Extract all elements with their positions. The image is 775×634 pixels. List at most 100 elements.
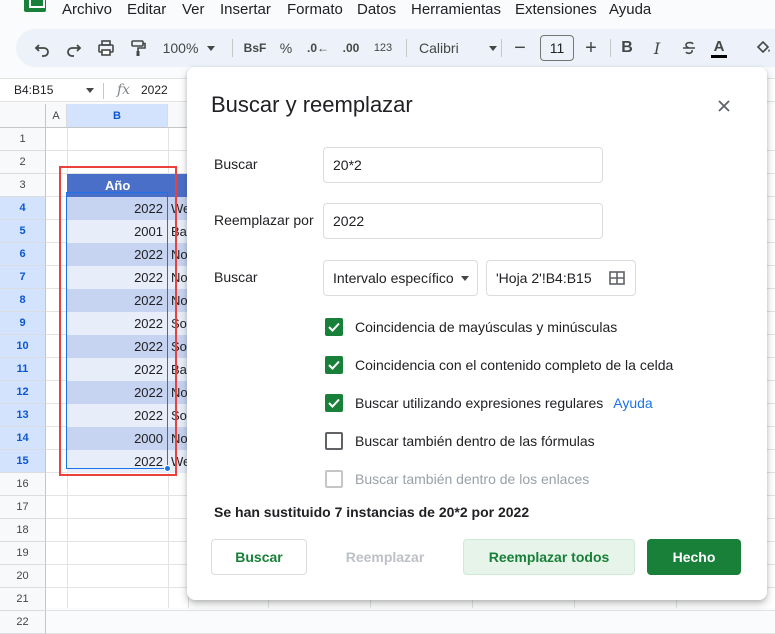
search-formulas-option[interactable]: Buscar también dentro de las fórmulas — [325, 431, 595, 451]
menu-ver[interactable]: Ver — [182, 1, 205, 18]
name-box[interactable]: B4:B15 — [14, 83, 53, 97]
font-family-select[interactable]: Calibri — [415, 29, 497, 67]
undo-icon — [34, 44, 49, 57]
find-input[interactable]: 20*2 — [323, 147, 603, 183]
find-label: Buscar — [214, 156, 258, 172]
row-header-16[interactable]: 16 — [0, 473, 46, 496]
row-header-18[interactable]: 18 — [0, 519, 46, 542]
row-header-10[interactable]: 10 — [0, 335, 46, 358]
toolbar-divider — [501, 39, 502, 57]
match-entire-cell-option[interactable]: Coincidencia con el contenido completo d… — [325, 355, 673, 375]
increase-decimal-button[interactable]: .00 — [337, 29, 365, 67]
menu-bar: Archivo Editar Ver Insertar Formato Dato… — [0, 0, 775, 24]
more-formats-label: 123 — [373, 42, 393, 54]
row-header-6[interactable]: 6 — [0, 243, 46, 266]
row-header-17[interactable]: 17 — [0, 496, 46, 519]
italic-button[interactable]: I — [646, 29, 668, 67]
done-button[interactable]: Hecho — [647, 539, 741, 575]
match-entire-cell-checkbox[interactable] — [325, 356, 343, 374]
row-header-2[interactable]: 2 — [0, 151, 46, 174]
undo-button[interactable] — [30, 29, 54, 67]
row-header-22[interactable]: 22 — [0, 611, 46, 634]
grid-row-line — [46, 610, 775, 611]
menu-editar[interactable]: Editar — [127, 1, 166, 18]
range-input[interactable]: 'Hoja 2'!B4:B15 — [486, 260, 636, 296]
close-icon — [718, 100, 730, 112]
row-header-8[interactable]: 8 — [0, 289, 46, 312]
highlight-annotation-box — [59, 166, 177, 476]
chevron-down-icon — [461, 276, 469, 281]
replace-all-button[interactable]: Reemplazar todos — [463, 539, 635, 575]
percent-format-button[interactable]: % — [275, 29, 297, 67]
row-header-4[interactable]: 4 — [0, 197, 46, 220]
row-header-9[interactable]: 9 — [0, 312, 46, 335]
search-scope-select[interactable]: Intervalo específico — [323, 260, 478, 296]
row-header-11[interactable]: 11 — [0, 358, 46, 381]
row-header-19[interactable]: 19 — [0, 542, 46, 565]
font-size-decrease-button[interactable]: − — [510, 29, 530, 67]
regex-checkbox[interactable] — [325, 394, 343, 412]
paint-format-button[interactable] — [126, 29, 150, 67]
select-all-corner[interactable] — [0, 104, 46, 128]
menu-ayuda[interactable]: Ayuda — [609, 1, 651, 18]
decrease-decimal-button[interactable]: .0← — [304, 29, 332, 67]
checkmark-icon — [328, 322, 340, 332]
more-formats-button[interactable]: 123 — [369, 29, 397, 67]
currency-format-button[interactable]: BsF — [241, 29, 269, 67]
menu-herramientas[interactable]: Herramientas — [411, 1, 501, 18]
formula-input[interactable]: 2022 — [141, 83, 168, 97]
help-link[interactable]: Ayuda — [613, 395, 652, 411]
strikethrough-button[interactable] — [678, 29, 700, 67]
row-header-12[interactable]: 12 — [0, 381, 46, 404]
column-header-a[interactable]: A — [46, 104, 67, 128]
column-header-c[interactable] — [168, 104, 188, 128]
row-header-20[interactable]: 20 — [0, 565, 46, 588]
text-color-button[interactable]: A — [708, 29, 730, 67]
menu-formato[interactable]: Formato — [287, 1, 343, 18]
chevron-down-icon — [488, 45, 497, 51]
search-links-checkbox — [325, 470, 343, 488]
font-size-increase-button[interactable]: + — [581, 29, 601, 67]
search-links-label: Buscar también dentro de los enlaces — [355, 471, 590, 487]
row-header-13[interactable]: 13 — [0, 404, 46, 427]
row-header-5[interactable]: 5 — [0, 220, 46, 243]
row-header-3[interactable]: 3 — [0, 174, 46, 197]
chevron-down-icon[interactable] — [86, 88, 94, 93]
redo-button[interactable] — [62, 29, 86, 67]
row-header-15[interactable]: 15 — [0, 450, 46, 473]
fill-color-button[interactable] — [751, 29, 775, 67]
fx-icon: fx — [117, 82, 131, 98]
menu-extensiones[interactable]: Extensiones — [515, 1, 597, 18]
row-header-1[interactable]: 1 — [0, 128, 46, 151]
regex-option[interactable]: Buscar utilizando expresiones regulares … — [325, 393, 653, 413]
close-button[interactable] — [713, 95, 735, 117]
sheets-logo-icon[interactable] — [24, 0, 46, 12]
italic-icon: I — [653, 38, 661, 58]
replace-input[interactable]: 2022 — [323, 203, 603, 239]
search-scope-value: Intervalo específico — [333, 270, 454, 286]
print-button[interactable] — [94, 29, 118, 67]
font-size-input[interactable]: 11 — [540, 35, 574, 61]
toolbar-divider — [406, 39, 407, 57]
menu-datos[interactable]: Datos — [357, 1, 396, 18]
find-replace-dialog: Buscar y reemplazar Buscar 20*2 Reemplaz… — [187, 67, 767, 600]
dialog-title: Buscar y reemplazar — [211, 92, 413, 117]
match-case-option[interactable]: Coincidencia de mayúsculas y minúsculas — [325, 317, 617, 337]
replace-button: Reemplazar — [320, 539, 450, 575]
row-header-14[interactable]: 14 — [0, 427, 46, 450]
bold-button[interactable]: B — [616, 29, 638, 67]
match-case-checkbox[interactable] — [325, 318, 343, 336]
menu-insertar[interactable]: Insertar — [220, 1, 271, 18]
search-formulas-checkbox[interactable] — [325, 432, 343, 450]
select-range-icon[interactable] — [609, 271, 625, 285]
zoom-select[interactable]: 100% — [159, 29, 219, 67]
search-links-option: Buscar también dentro de los enlaces — [325, 469, 589, 489]
column-header-b[interactable]: B — [67, 104, 168, 128]
redo-icon — [67, 44, 82, 57]
range-value: 'Hoja 2'!B4:B15 — [496, 270, 592, 286]
menu-archivo[interactable]: Archivo — [62, 1, 112, 18]
paint-bucket-icon — [756, 40, 770, 54]
row-header-7[interactable]: 7 — [0, 266, 46, 289]
percent-label: % — [279, 40, 293, 56]
find-button[interactable]: Buscar — [211, 539, 307, 575]
